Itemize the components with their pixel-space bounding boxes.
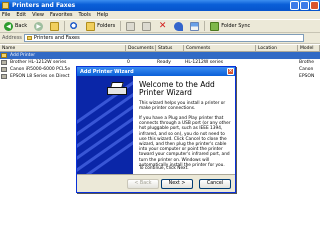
- search-button[interactable]: [68, 21, 81, 32]
- forward-arrow-icon: ▶: [34, 21, 44, 31]
- address-label: Address: [2, 35, 22, 41]
- wizard-side-banner: [77, 76, 133, 174]
- delete-icon: ✕: [158, 20, 167, 31]
- back-arrow-icon: ◀: [4, 21, 13, 31]
- back-button[interactable]: ◀ Back: [2, 21, 29, 32]
- printer-icon: [1, 60, 7, 65]
- toolbar-separator: [204, 21, 206, 31]
- folders-icon: [86, 21, 96, 31]
- list-item-add-printer[interactable]: Add Printer: [0, 52, 320, 59]
- column-model[interactable]: Model: [298, 45, 320, 51]
- item-name: Brother HL-1212W series: [10, 60, 67, 65]
- wizard-pnp-text: If you have a Plug and Play printer that…: [139, 116, 231, 168]
- wizard-intro-text: This wizard helps you install a printer …: [139, 101, 226, 112]
- minimize-button[interactable]: [290, 1, 299, 10]
- address-field[interactable]: Printers and Faxes: [23, 34, 304, 42]
- undo-button[interactable]: [172, 21, 185, 32]
- wizard-title: Add Printer Wizard: [80, 68, 134, 75]
- add-printer-wizard-dialog: Add Printer Wizard × Welcome to the Add …: [76, 66, 236, 193]
- menu-tools[interactable]: Tools: [79, 12, 91, 18]
- folder-sync-button[interactable]: Folder Sync: [208, 21, 252, 32]
- forward-button[interactable]: ▶: [32, 21, 45, 32]
- folders-label: Folders: [97, 23, 116, 29]
- toolbar: ◀ Back ▶ Folders ✕ Folder Sync: [0, 19, 320, 33]
- add-printer-icon: [1, 53, 7, 58]
- copy-to-icon: [142, 21, 152, 31]
- wizard-heading: Welcome to the Add Printer Wizard: [139, 80, 215, 97]
- views-button[interactable]: [188, 21, 201, 32]
- folder-sync-label: Folder Sync: [221, 23, 251, 29]
- folder-sync-icon: [210, 21, 220, 31]
- address-bar: Address Printers and Faxes: [0, 33, 320, 44]
- folder-up-icon: [50, 21, 60, 31]
- printer-folder-icon: [26, 36, 32, 40]
- maximize-button[interactable]: [300, 1, 309, 10]
- cancel-button[interactable]: Cancel: [199, 179, 231, 189]
- menu-edit[interactable]: Edit: [16, 12, 26, 18]
- wizard-continue-text: To continue, click Next.: [139, 166, 189, 171]
- printer-illustration-icon: [107, 82, 127, 96]
- wizard-close-button[interactable]: ×: [227, 68, 234, 75]
- item-location: [255, 66, 297, 73]
- column-location[interactable]: Location: [256, 45, 298, 51]
- menu-favorites[interactable]: Favorites: [50, 12, 73, 18]
- copy-to-button[interactable]: [140, 21, 153, 32]
- item-model: EPSON: [299, 74, 315, 79]
- printer-folder-icon: [2, 2, 9, 9]
- wizard-divider: [77, 174, 235, 175]
- menu-help[interactable]: Help: [97, 12, 108, 18]
- column-name[interactable]: Name: [0, 45, 126, 51]
- menu-bar: File Edit View Favorites Tools Help: [0, 11, 320, 19]
- printer-icon: [1, 74, 7, 79]
- column-header: Name Documents Status Comments Location …: [0, 45, 320, 52]
- item-status: Ready: [157, 60, 171, 65]
- folders-button[interactable]: Folders: [84, 21, 117, 32]
- column-status[interactable]: Status: [156, 45, 184, 51]
- item-name: Add Printer: [10, 53, 36, 58]
- item-location: [255, 59, 297, 66]
- move-to-icon: [126, 21, 136, 31]
- item-model: Canon: [299, 67, 314, 72]
- column-documents[interactable]: Documents: [126, 45, 156, 51]
- printer-icon: [1, 67, 7, 72]
- list-item-printer[interactable]: Brother HL-1212W series 0 Ready HL-1212W…: [0, 59, 320, 66]
- move-to-button[interactable]: [124, 21, 137, 32]
- window-controls: [290, 1, 319, 10]
- search-icon: [70, 21, 80, 31]
- up-button[interactable]: [48, 21, 61, 32]
- column-comments[interactable]: Comments: [184, 45, 256, 51]
- menu-file[interactable]: File: [2, 12, 10, 18]
- wizard-title-bar[interactable]: Add Printer Wizard ×: [77, 67, 235, 76]
- delete-button[interactable]: ✕: [156, 21, 169, 32]
- toolbar-separator: [64, 21, 66, 31]
- back-button[interactable]: < Back: [127, 179, 159, 189]
- item-documents: 0: [127, 60, 130, 65]
- menu-view[interactable]: View: [32, 12, 44, 18]
- item-comments: HL-1212W series: [185, 60, 224, 65]
- wizard-body: Welcome to the Add Printer Wizard This w…: [77, 76, 235, 174]
- undo-icon: [174, 21, 184, 31]
- views-icon: [190, 21, 200, 31]
- item-model: Brothe: [299, 60, 314, 65]
- window-title: Printers and Faxes: [12, 2, 76, 9]
- next-button[interactable]: Next >: [161, 179, 193, 189]
- toolbar-separator: [120, 21, 122, 31]
- item-location: [255, 73, 297, 80]
- address-value: Printers and Faxes: [33, 35, 80, 41]
- window-title-bar[interactable]: Printers and Faxes: [0, 0, 320, 11]
- close-button[interactable]: [310, 1, 319, 10]
- back-label: Back: [15, 23, 28, 29]
